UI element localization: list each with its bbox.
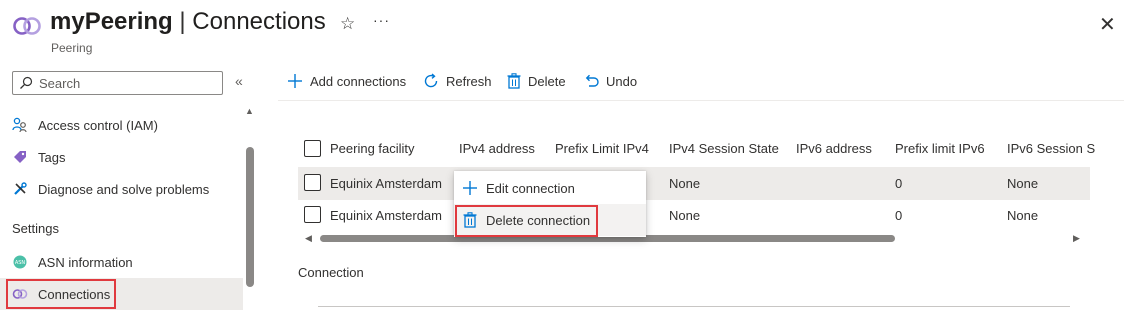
delete-connection-highlight-box xyxy=(455,205,598,237)
tag-icon xyxy=(12,149,28,165)
page-title: myPeering | Connections xyxy=(50,8,326,36)
undo-label: Undo xyxy=(606,73,638,89)
edit-connection-label: Edit connection xyxy=(486,180,575,196)
connection-section-label: Connection xyxy=(298,265,364,280)
column-header-ipv4-session-state[interactable]: IPv4 Session State xyxy=(669,141,779,156)
svg-text:ASN: ASN xyxy=(15,260,26,266)
resource-name: myPeering xyxy=(50,8,173,35)
settings-section-header: Settings xyxy=(12,221,59,236)
connections-highlight-box xyxy=(6,279,116,309)
add-connections-button[interactable]: Add connections xyxy=(287,73,406,89)
row-checkbox[interactable] xyxy=(304,206,321,223)
sidebar-item-label: Tags xyxy=(38,149,66,165)
cell-ipv6-session-state: None xyxy=(1007,208,1039,223)
scroll-left-arrow[interactable]: ◀ xyxy=(305,233,312,244)
star-icon[interactable]: ☆ xyxy=(340,14,355,34)
delete-button[interactable]: Delete xyxy=(507,73,566,89)
sidebar-item-label: Diagnose and solve problems xyxy=(38,181,210,197)
sidebar-item-access-control[interactable]: Access control (IAM) xyxy=(0,109,243,141)
delete-label: Delete xyxy=(528,73,566,89)
plus-icon xyxy=(462,180,478,196)
search-input[interactable]: Search xyxy=(12,71,223,95)
row-checkbox[interactable] xyxy=(304,174,321,191)
sidebar-item-asn-information[interactable]: ASN ASN information xyxy=(0,246,243,278)
trash-icon xyxy=(507,73,521,89)
cell-peering-facility: Equinix Amsterdam xyxy=(330,208,442,223)
column-header-peering-facility[interactable]: Peering facility xyxy=(330,141,415,156)
add-connections-label: Add connections xyxy=(310,73,407,89)
sidebar-scroll-up-arrow[interactable]: ▲ xyxy=(245,106,254,116)
sidebar-item-label: ASN information xyxy=(38,254,133,270)
cell-ipv4-session-state: None xyxy=(669,208,701,223)
column-header-ipv6-session-state[interactable]: IPv6 Session S xyxy=(1007,141,1095,156)
sidebar-item-label: Access control (IAM) xyxy=(38,117,158,133)
column-header-ipv4-address[interactable]: IPv4 address xyxy=(459,141,535,156)
sidebar-scrollbar-thumb[interactable] xyxy=(246,147,254,287)
plus-icon xyxy=(287,73,303,89)
people-icon xyxy=(12,117,28,133)
edit-connection-menu-item[interactable]: Edit connection xyxy=(454,172,646,204)
refresh-button[interactable]: Refresh xyxy=(423,73,492,89)
sidebar-item-diagnose[interactable]: Diagnose and solve problems xyxy=(0,173,243,205)
ellipsis-icon[interactable]: ··· xyxy=(373,12,390,28)
row-divider xyxy=(298,199,1090,200)
toolbar-divider xyxy=(278,100,1124,101)
cell-ipv4-session-state: None xyxy=(669,176,701,191)
resource-type-subtitle: Peering xyxy=(51,41,93,55)
search-placeholder: Search xyxy=(39,75,81,91)
refresh-label: Refresh xyxy=(446,73,492,89)
scroll-right-arrow[interactable]: ▶ xyxy=(1073,233,1080,244)
column-header-prefix-limit-ipv6[interactable]: Prefix limit IPv6 xyxy=(895,141,985,156)
wrench-icon xyxy=(12,181,28,197)
column-header-ipv6-address[interactable]: IPv6 address xyxy=(796,141,872,156)
undo-icon xyxy=(583,73,599,89)
select-all-checkbox[interactable] xyxy=(304,140,321,157)
page-name: Connections xyxy=(192,8,326,35)
collapse-sidebar-button[interactable]: « xyxy=(235,73,243,89)
cell-ipv6-session-state: None xyxy=(1007,176,1039,191)
cell-prefix-limit-ipv6: 0 xyxy=(895,208,903,223)
cell-peering-facility: Equinix Amsterdam xyxy=(330,176,442,191)
column-header-prefix-limit-ipv4[interactable]: Prefix Limit IPv4 xyxy=(555,141,649,156)
section-divider xyxy=(318,306,1070,307)
search-icon xyxy=(20,76,33,89)
asn-icon: ASN xyxy=(12,254,28,270)
sidebar-item-tags[interactable]: Tags xyxy=(0,141,243,173)
close-icon[interactable]: ✕ xyxy=(1099,12,1116,37)
peering-link-icon xyxy=(12,14,42,38)
title-separator: | xyxy=(179,8,186,35)
cell-prefix-limit-ipv6: 0 xyxy=(895,176,903,191)
undo-button[interactable]: Undo xyxy=(583,73,637,89)
refresh-icon xyxy=(423,73,439,89)
